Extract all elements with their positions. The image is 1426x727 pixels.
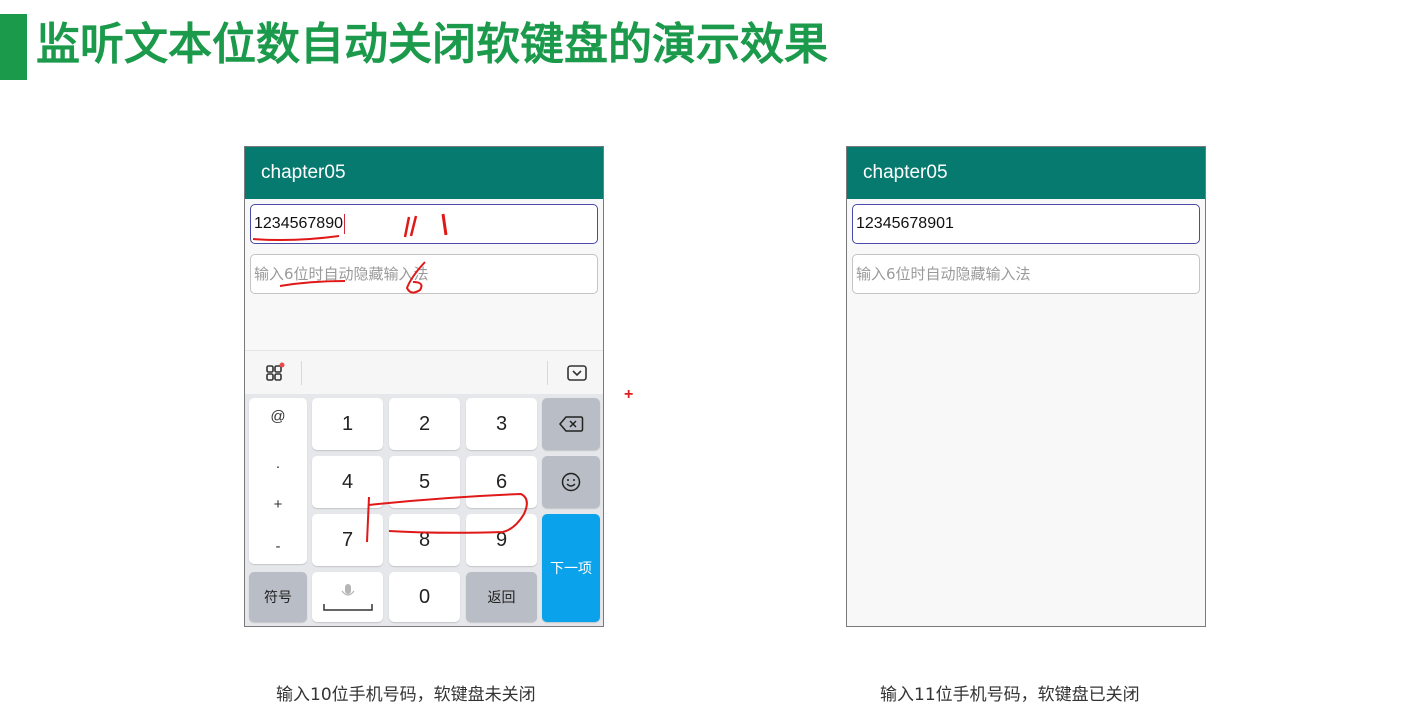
microphone-icon <box>322 584 373 611</box>
app-bar-title: chapter05 <box>847 147 1205 199</box>
left-caption: 输入10位手机号码，软键盘未关闭 <box>276 685 536 705</box>
symbol-key-minus[interactable]: - <box>249 538 307 555</box>
key-8[interactable]: 8 <box>389 514 460 566</box>
key-4[interactable]: 4 <box>312 456 383 508</box>
backspace-button[interactable] <box>542 398 600 450</box>
next-item-button[interactable]: 下一项 <box>542 514 600 622</box>
back-button[interactable]: 返回 <box>466 572 537 622</box>
key-2[interactable]: 2 <box>389 398 460 450</box>
password-input[interactable]: 输入6位时自动隐藏输入法 <box>250 254 598 294</box>
toolbar-divider <box>301 361 302 385</box>
key-6[interactable]: 6 <box>466 456 537 508</box>
app-bar-title: chapter05 <box>245 147 603 199</box>
key-0[interactable]: 0 <box>389 572 460 622</box>
symbol-column: @ . + - <box>249 398 307 564</box>
phone-number-input[interactable]: 12345678901 <box>852 204 1200 244</box>
red-plus-mark: + <box>624 386 634 403</box>
backspace-icon <box>559 416 584 432</box>
key-5[interactable]: 5 <box>389 456 460 508</box>
symbols-button[interactable]: 符号 <box>249 572 307 622</box>
symbol-key-at[interactable]: @ <box>249 408 307 425</box>
title-accent-bar <box>0 14 27 80</box>
numeric-keyboard: @ . + - 1 2 3 4 5 6 7 8 9 下一项 符号 0 返回 <box>245 394 603 626</box>
phone-number-value: 1234567890 <box>254 215 343 232</box>
key-9[interactable]: 9 <box>466 514 537 566</box>
emoji-button[interactable] <box>542 456 600 508</box>
text-cursor <box>343 213 346 234</box>
symbol-key-dot[interactable]: . <box>249 455 307 472</box>
right-phone-screen: chapter05 12345678901 输入6位时自动隐藏输入法 <box>846 146 1206 627</box>
keyboard-hide-icon[interactable] <box>565 361 589 385</box>
key-1[interactable]: 1 <box>312 398 383 450</box>
phone-number-input[interactable]: 1234567890 <box>250 204 598 244</box>
keyboard-toolbar <box>245 350 603 394</box>
right-caption: 输入11位手机号码，软键盘已关闭 <box>880 685 1140 705</box>
symbol-key-plus[interactable]: + <box>249 496 307 513</box>
emoji-icon <box>561 472 581 492</box>
left-phone-screen: chapter05 1234567890 输入6位时自动隐藏输入法 @ . + … <box>244 146 604 627</box>
key-3[interactable]: 3 <box>466 398 537 450</box>
password-input[interactable]: 输入6位时自动隐藏输入法 <box>852 254 1200 294</box>
grid-icon[interactable] <box>263 361 287 385</box>
key-7[interactable]: 7 <box>312 514 383 566</box>
page-title: 监听文本位数自动关闭软键盘的演示效果 <box>36 19 828 70</box>
toolbar-divider <box>547 361 548 385</box>
space-voice-button[interactable] <box>312 572 383 622</box>
